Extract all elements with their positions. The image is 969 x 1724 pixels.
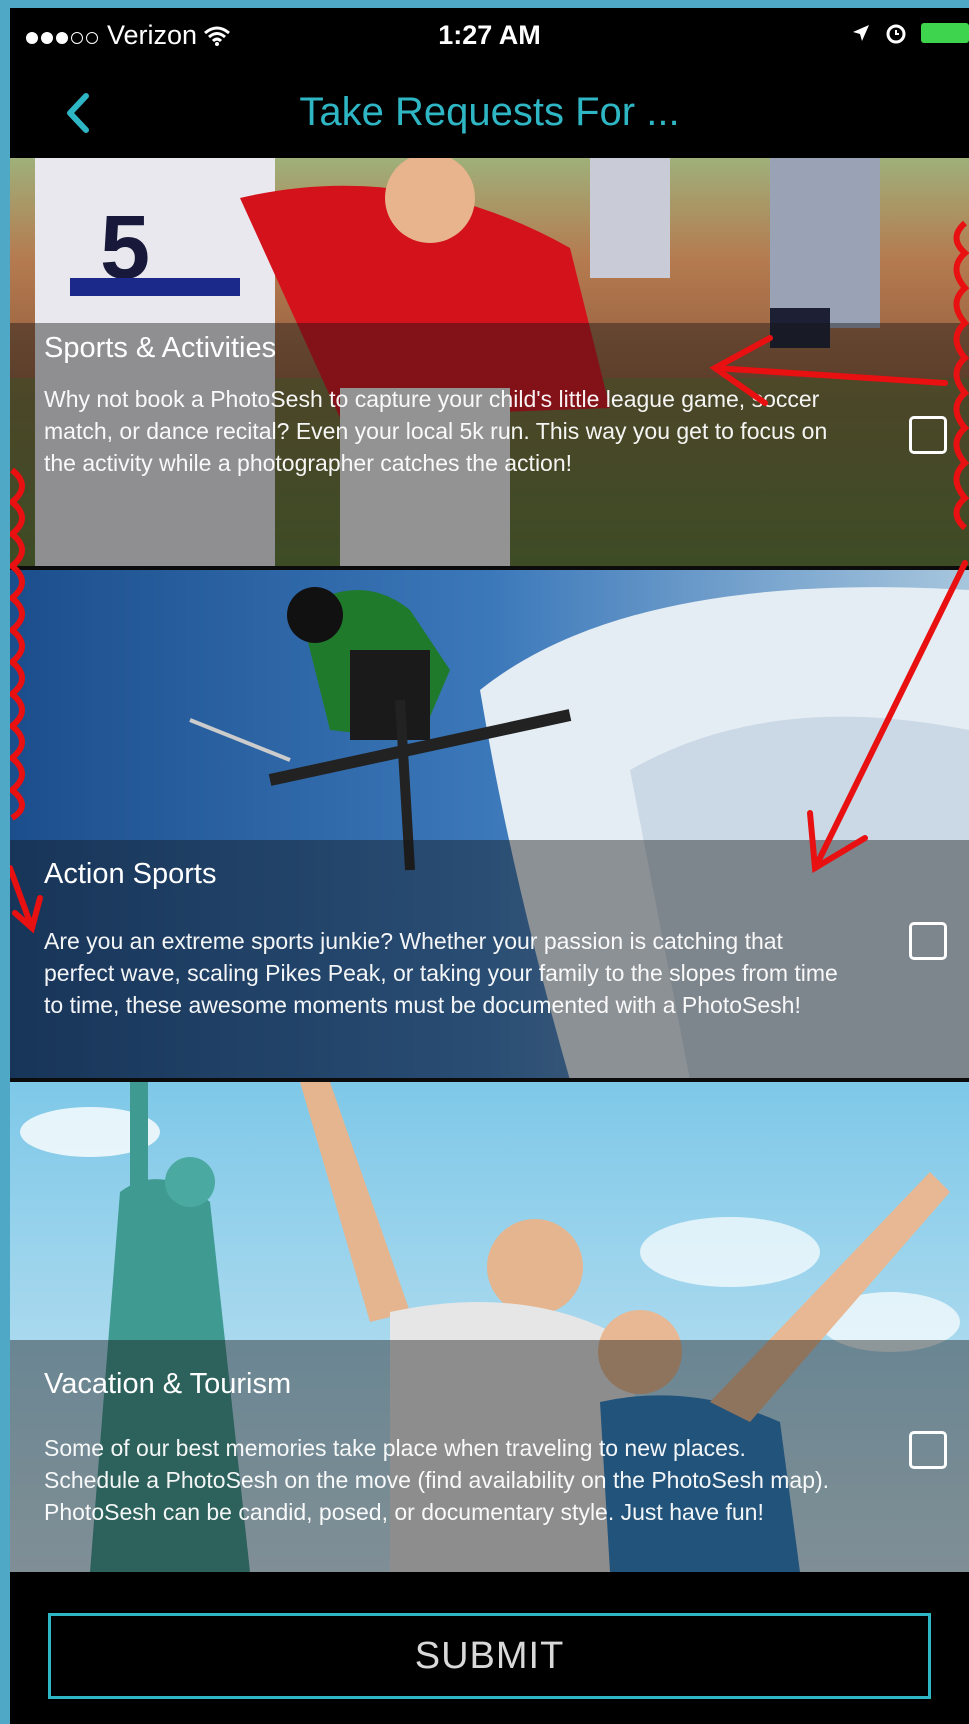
battery-icon [921,23,969,43]
alarm-clock-icon [886,24,906,44]
status-time: 1:27 AM [438,20,541,50]
nav-bar: Take Requests For ... [10,68,969,158]
category-card-action-sports[interactable]: Action Sports Are you an extreme sports … [10,570,969,1080]
bottom-bar: SUBMIT [10,1573,969,1724]
category-description: Why not book a PhotoSesh to capture your… [44,386,828,476]
category-checkbox[interactable] [909,922,947,960]
category-checkbox[interactable] [909,1431,947,1469]
category-description: Some of our best memories take place whe… [44,1435,830,1525]
category-title: Action Sports [44,858,217,890]
category-title: Vacation & Tourism [44,1368,292,1400]
category-card-sports[interactable]: 5 Sports & Activities Why not book a Pho… [10,158,969,568]
status-bar: Verizon 1:27 AM [10,8,969,68]
category-card-vacation[interactable]: Vacation & Tourism Some of our best memo… [10,1082,969,1572]
category-description: Are you an extreme sports junkie? Whethe… [44,928,838,1018]
status-right [851,22,969,44]
phone-screen: Verizon 1:27 AM Take Requests For ... 5 … [10,8,969,1724]
page-title: Take Requests For ... [299,90,680,134]
submit-button[interactable]: SUBMIT [48,1613,931,1699]
category-checkbox[interactable] [909,416,947,454]
location-arrow-icon [853,25,869,41]
category-title: Sports & Activities [44,332,277,364]
